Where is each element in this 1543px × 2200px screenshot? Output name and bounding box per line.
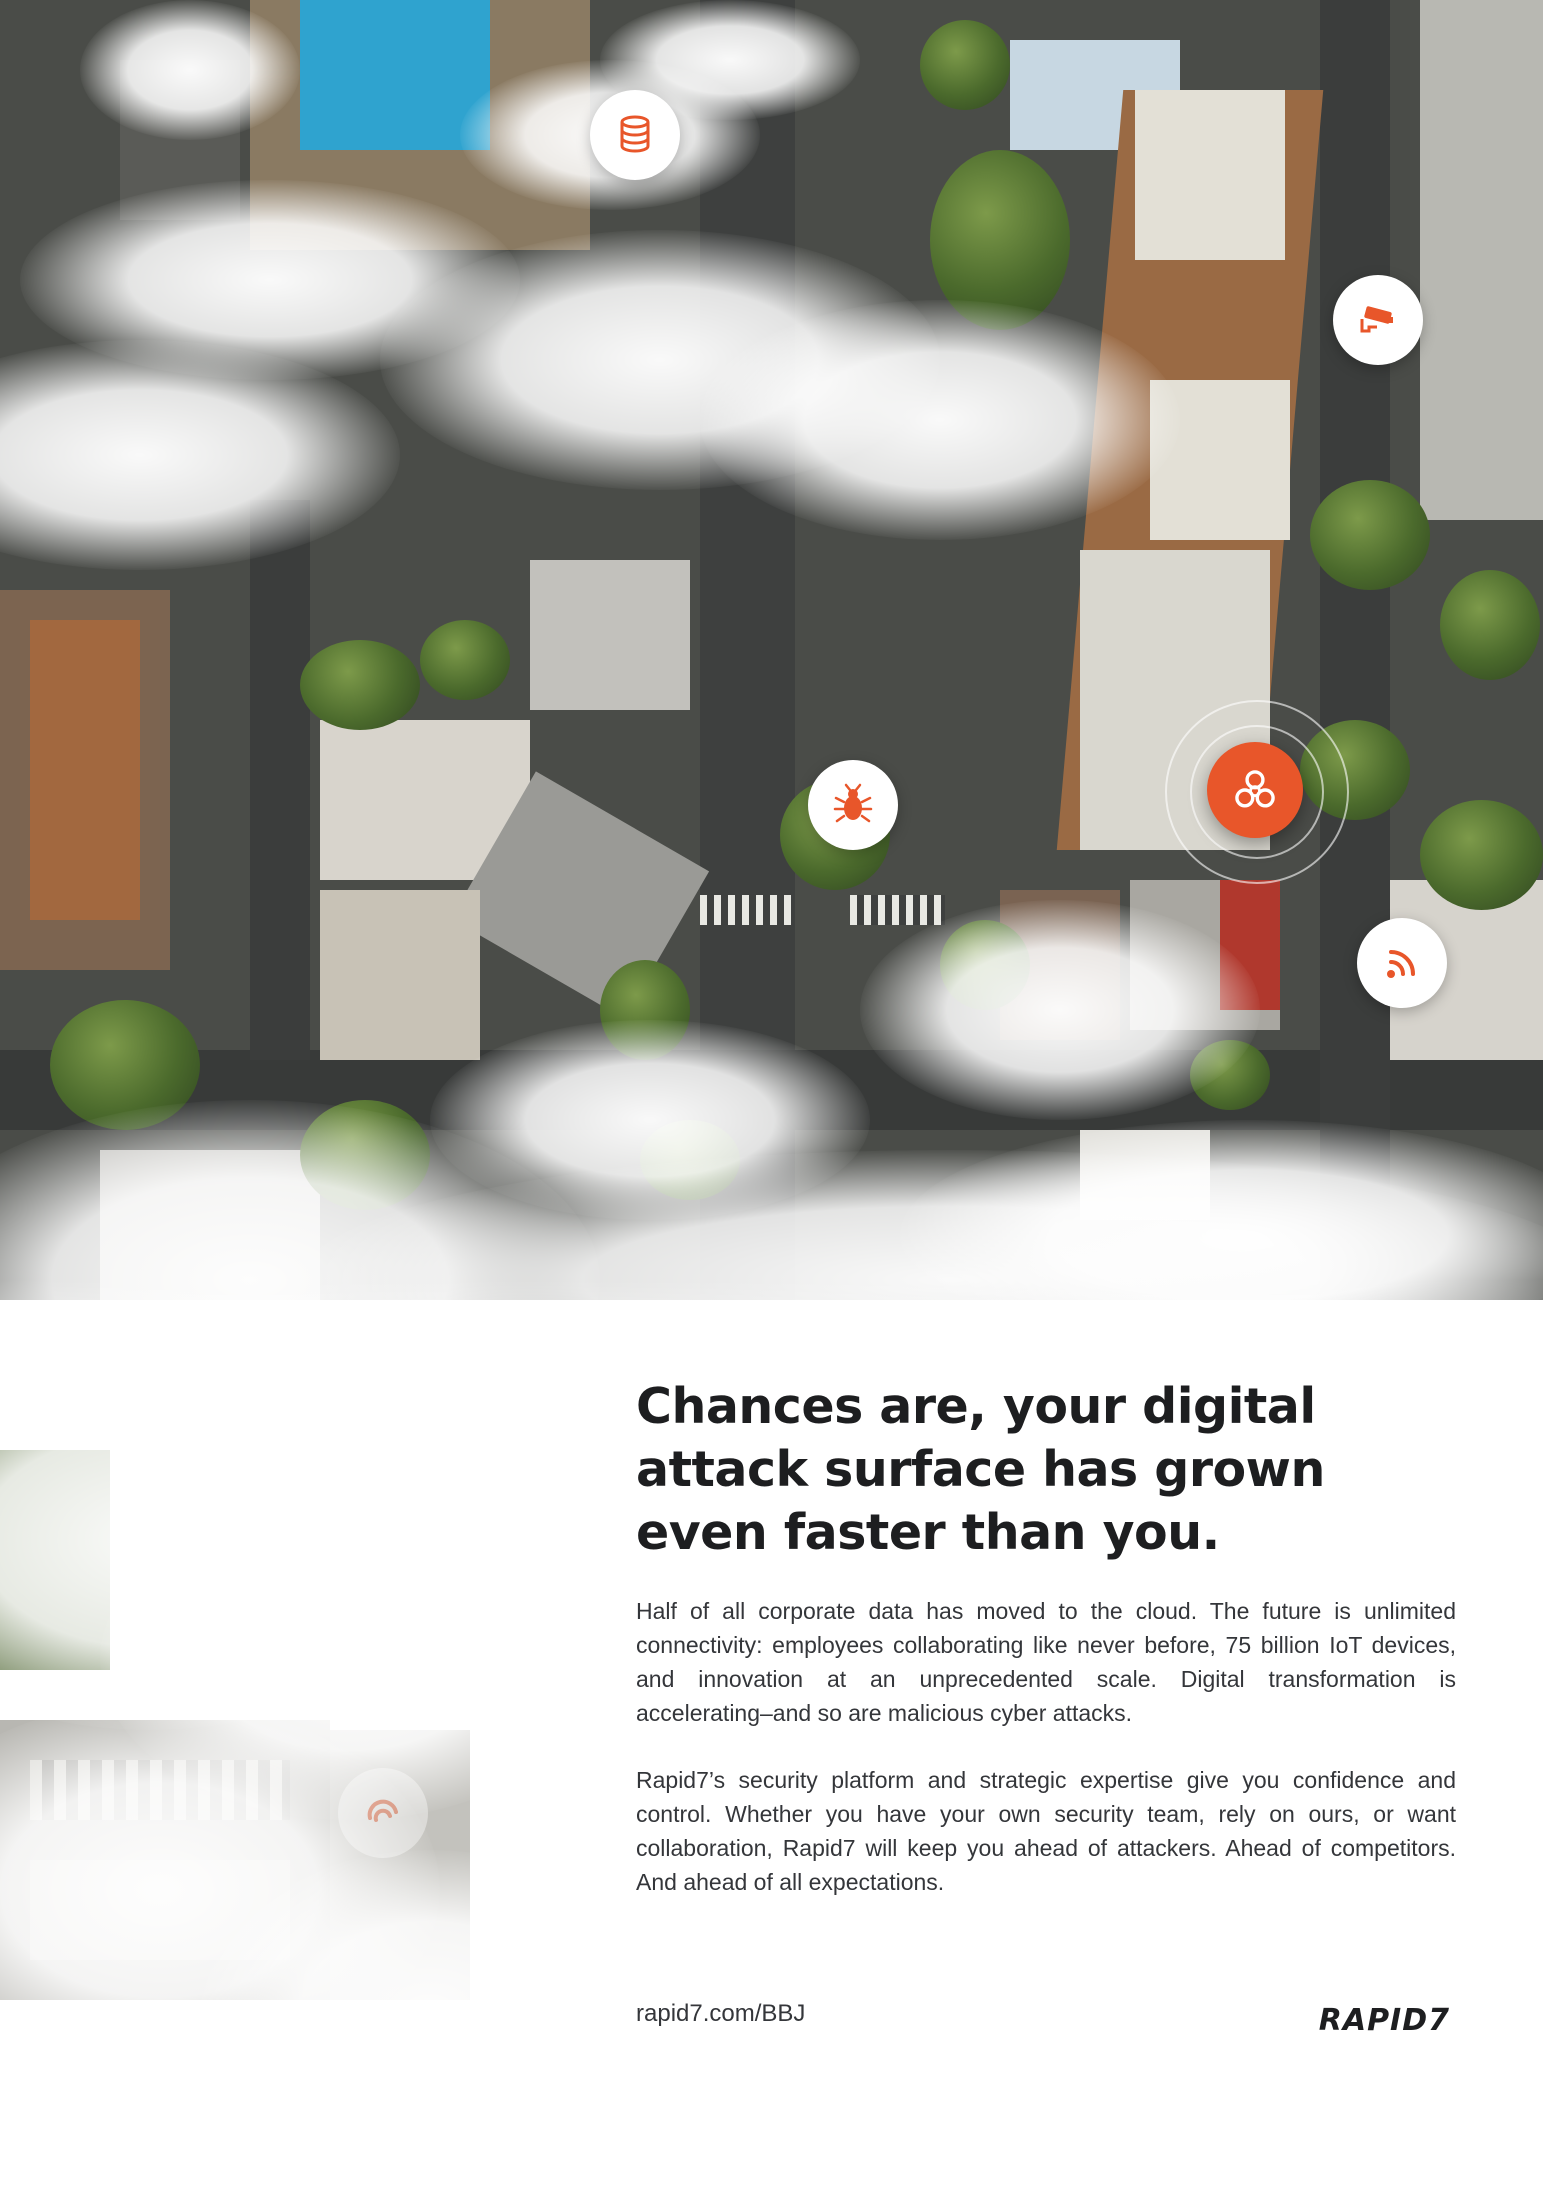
wifi-signal-icon — [1357, 918, 1447, 1008]
bug-icon — [808, 760, 898, 850]
rapid7-logo: RAPID7 — [1319, 2000, 1450, 2040]
website-url[interactable]: rapid7.com/BBJ — [636, 2000, 805, 2028]
cloud-sync-icon — [338, 1768, 428, 1858]
biohazard-icon — [1207, 742, 1303, 838]
ad-footer: rapid7.com/BBJ RAPID7 — [636, 2000, 1456, 2040]
database-icon — [590, 90, 680, 180]
ad-copy: Chances are, your digital attack surface… — [636, 1375, 1456, 1899]
headline: Chances are, your digital attack surface… — [636, 1378, 1325, 1561]
logo-wordmark: RAPID7 — [1318, 2002, 1450, 2038]
advertisement: Chances are, your digital attack surface… — [0, 0, 1543, 2200]
security-camera-icon — [1333, 275, 1423, 365]
body-paragraph-2: Rapid7’s security platform and strategic… — [636, 1767, 1456, 1895]
body-paragraph-1: Half of all corporate data has moved to … — [636, 1598, 1456, 1726]
